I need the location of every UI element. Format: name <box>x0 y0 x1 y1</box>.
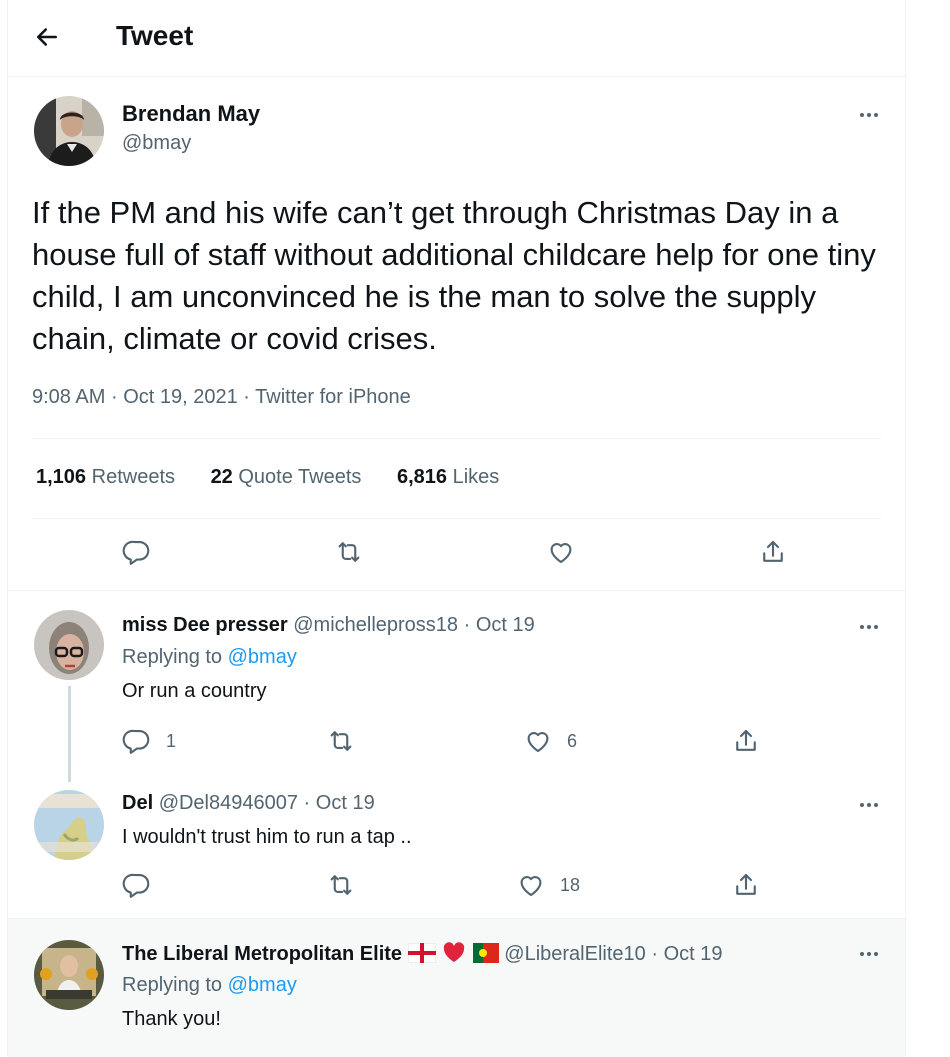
more-icon <box>860 803 878 807</box>
more-button[interactable] <box>854 944 884 964</box>
more-icon <box>860 625 878 629</box>
tweet-column: Tweet Brendan May @bmay If the PM and hi… <box>7 0 906 1057</box>
avatar[interactable] <box>34 940 104 1010</box>
divider <box>8 590 905 591</box>
flag-badges <box>407 941 499 969</box>
retweet-icon <box>334 537 364 567</box>
avatar[interactable] <box>34 96 104 166</box>
tweet-text: If the PM and his wife can’t get through… <box>32 195 876 356</box>
reply-header: Del @Del84946007 · Oct 19 <box>122 792 375 814</box>
tweet-meta: 9:08 AM · Oct 19, 2021 · Twitter for iPh… <box>32 386 411 409</box>
share-button[interactable] <box>731 726 761 756</box>
like-button[interactable]: 6 <box>523 726 577 756</box>
divider <box>32 438 881 439</box>
reply-text: Or run a country <box>122 680 267 702</box>
tweet-stats: 1,106 Retweets 22 Quote Tweets 6,816 Lik… <box>36 466 529 489</box>
more-icon <box>860 113 878 117</box>
portugal-flag-icon <box>472 943 499 963</box>
avatar[interactable] <box>34 790 104 860</box>
avatar-image <box>34 790 104 860</box>
share-button[interactable] <box>758 537 788 567</box>
reply-count: 1 <box>166 730 177 751</box>
replying-to: Replying to @bmay <box>122 974 297 996</box>
reply-button[interactable] <box>122 537 152 567</box>
reply-icon <box>122 870 152 900</box>
more-button[interactable] <box>854 795 884 815</box>
page-title: Tweet <box>116 20 194 51</box>
replying-to: Replying to @bmay <box>122 646 297 668</box>
page-header: Tweet <box>8 0 905 77</box>
retweets-stat[interactable]: 1,106 Retweets <box>36 466 175 488</box>
reply-author-name[interactable]: The Liberal Metropolitan Elite <box>122 943 402 965</box>
like-button[interactable] <box>546 537 576 567</box>
like-count: 6 <box>567 730 578 751</box>
reply-author-name[interactable]: Del <box>122 792 153 814</box>
retweet-button[interactable] <box>326 726 356 756</box>
heart-icon <box>523 726 553 756</box>
reply-date[interactable]: Oct 19 <box>316 792 375 814</box>
heart-icon <box>546 537 576 567</box>
reply-author-name[interactable]: miss Dee presser <box>122 614 288 636</box>
meta-separator: · <box>110 386 118 408</box>
author-name[interactable]: Brendan May <box>122 101 260 127</box>
reply-icon <box>122 537 152 567</box>
reply-header: miss Dee presser @michellepross18 · Oct … <box>122 614 535 636</box>
reply-author-handle[interactable]: @Del84946007 <box>159 792 298 814</box>
replying-to-link[interactable]: @bmay <box>228 646 297 668</box>
meta-separator: · <box>243 386 250 408</box>
tweet-source[interactable]: Twitter for iPhone <box>255 386 411 408</box>
reply-date[interactable]: Oct 19 <box>664 943 723 965</box>
like-button[interactable]: 18 <box>516 870 580 900</box>
reply-icon <box>122 726 152 756</box>
more-button[interactable] <box>854 617 884 637</box>
avatar[interactable] <box>34 610 104 680</box>
reply-button[interactable] <box>122 870 152 900</box>
tweet-time[interactable]: 9:08 AM <box>32 386 105 408</box>
reply-author-handle[interactable]: @LiberalElite10 <box>504 943 646 965</box>
retweet-icon <box>326 870 356 900</box>
replying-to-link[interactable]: @bmay <box>228 974 297 996</box>
reply-date[interactable]: Oct 19 <box>476 614 535 636</box>
likes-stat[interactable]: 6,816 Likes <box>397 466 499 488</box>
retweet-icon <box>326 726 356 756</box>
retweet-button[interactable] <box>334 537 364 567</box>
author-handle[interactable]: @bmay <box>122 132 191 155</box>
avatar-image <box>34 940 104 1010</box>
red-heart-icon <box>443 942 465 962</box>
avatar-image <box>34 96 104 166</box>
more-icon <box>860 952 878 956</box>
share-icon <box>731 726 761 756</box>
reply-author-handle[interactable]: @michellepross18 <box>293 614 458 636</box>
tweet-date[interactable]: Oct 19, 2021 <box>123 386 238 408</box>
share-icon <box>758 537 788 567</box>
arrow-left-icon <box>37 28 57 46</box>
share-icon <box>731 870 761 900</box>
more-button[interactable] <box>854 105 884 125</box>
back-button[interactable] <box>32 22 62 52</box>
thread-line <box>68 686 71 782</box>
retweet-button[interactable] <box>326 870 356 900</box>
quote-tweets-stat[interactable]: 22 Quote Tweets <box>211 466 362 488</box>
avatar-image <box>34 610 104 680</box>
reply-text: Thank you! <box>122 1008 221 1030</box>
like-count: 18 <box>560 874 581 895</box>
share-button[interactable] <box>731 870 761 900</box>
reply-header: The Liberal Metropolitan Elite @LiberalE… <box>122 941 723 969</box>
reply-text: I wouldn't trust him to run a tap .. <box>122 826 412 848</box>
england-flag-icon <box>407 942 437 964</box>
reply-button[interactable]: 1 <box>122 726 176 756</box>
heart-icon <box>516 870 546 900</box>
divider <box>32 518 881 519</box>
